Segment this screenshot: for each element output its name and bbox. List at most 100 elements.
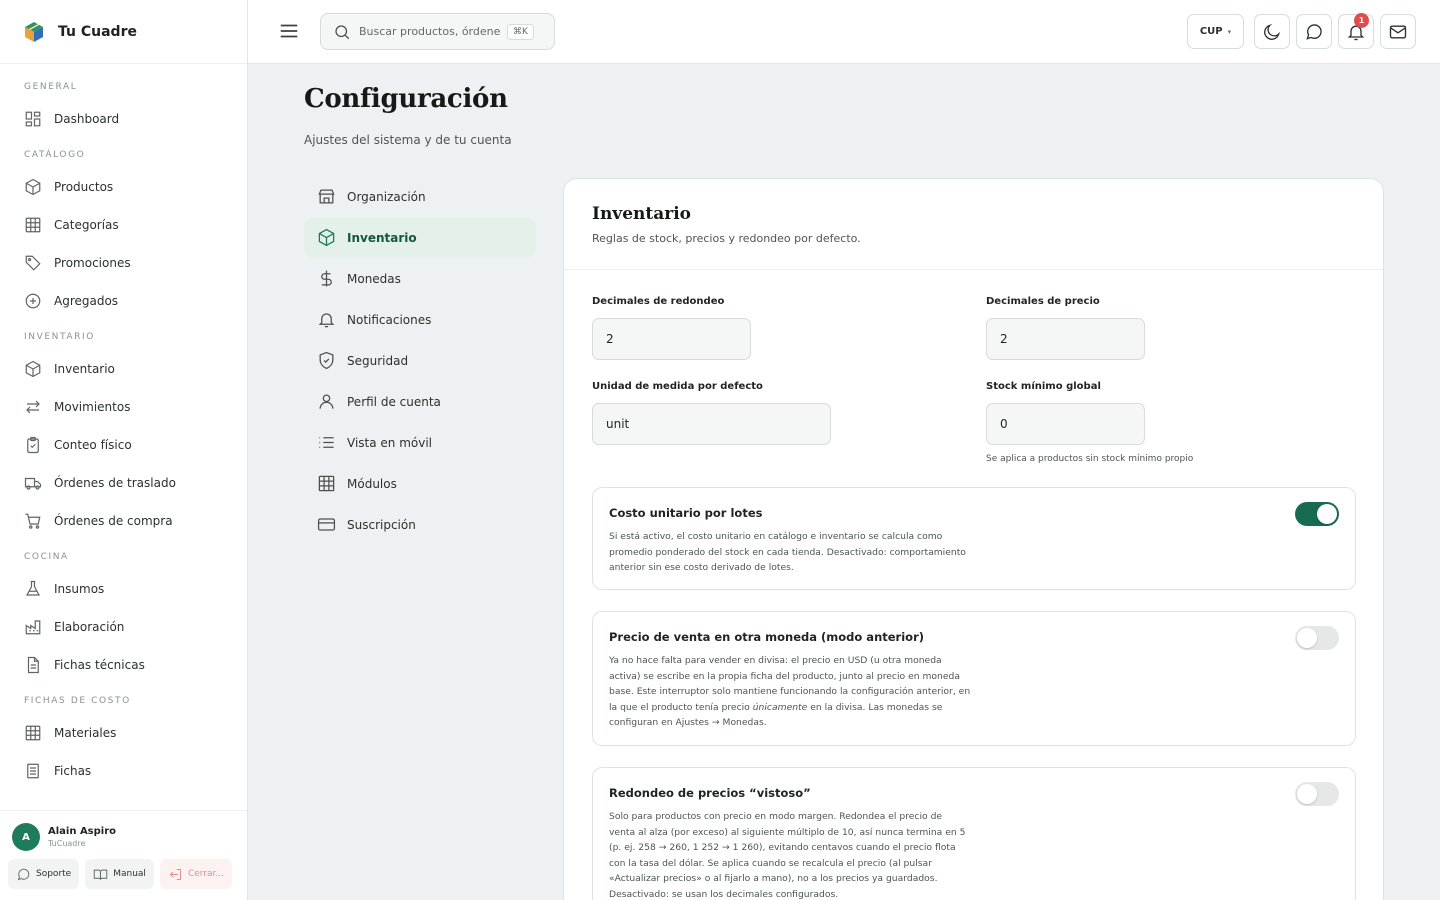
logout-icon [169,868,181,880]
user-profile[interactable]: A Alain Aspiro TuCuadre [0,811,247,851]
option-fancy-rounding: Redondeo de precios “vistoso” Solo para … [592,767,1356,900]
settings-tab-vista-movil[interactable]: Vista en móvil [304,423,536,462]
box-icon [25,360,41,378]
sidebar-item-label: Dashboard [54,112,120,126]
foreign-currency-price-toggle[interactable] [1295,626,1339,650]
page-subtitle: Ajustes del sistema y de tu cuenta [304,133,512,147]
sidebar-item-ordenes-traslado[interactable]: Órdenes de traslado [0,464,247,502]
sidebar-nav: GENERAL Dashboard CATÁLOGO Productos Cat… [0,64,247,790]
sidebar-item-label: Órdenes de compra [54,514,173,528]
sidebar-item-fichas[interactable]: Fichas [0,752,247,790]
logo-icon [25,21,43,42]
sidebar-item-label: Fichas técnicas [54,658,145,672]
mail-button[interactable] [1380,14,1416,49]
nav-section-cocina: COCINA [24,552,69,562]
settings-tab-suscripcion[interactable]: Suscripción [304,505,536,544]
option-lot-unit-cost: Costo unitario por lotes Si está activo,… [592,487,1356,590]
sidebar-item-agregados[interactable]: Agregados [0,282,247,320]
settings-tab-label: Perfil de cuenta [347,394,441,409]
user-org: TuCuadre [48,839,86,848]
sidebar-item-label: Órdenes de traslado [54,476,176,490]
nav-section-inventario: INVENTARIO [24,332,95,342]
sidebar-item-label: Productos [54,180,114,194]
sidebar-item-materiales[interactable]: Materiales [0,714,247,752]
settings-tab-label: Módulos [347,476,397,491]
mail-icon [1389,25,1407,38]
sidebar-item-insumos[interactable]: Insumos [0,570,247,608]
panel-header: Inventario Reglas de stock, precios y re… [564,179,1383,270]
currency-selector[interactable]: CUP ▾ [1187,14,1244,49]
sidebar-item-dashboard[interactable]: Dashboard [0,100,247,138]
option-title: Redondeo de precios “vistoso” [609,786,811,800]
app-name: Tu Cuadre [58,23,137,40]
logout-label: Cerrar... [187,869,224,879]
clipboard-icon [27,436,39,454]
brand[interactable]: Tu Cuadre [0,0,247,64]
settings-tab-label: Inventario [347,230,417,245]
plus-circle-icon [25,293,41,309]
settings-tab-modulos[interactable]: Módulos [304,464,536,503]
sidebar-item-categorias[interactable]: Categorías [0,206,247,244]
fancy-rounding-toggle[interactable] [1295,782,1339,806]
sidebar-item-label: Inventario [54,362,115,376]
currency-value: CUP [1199,26,1223,37]
settings-tab-label: Organización [347,189,426,204]
option-description: Si está activo, el costo unitario en cat… [609,531,966,573]
price-decimals-input[interactable] [986,318,1145,360]
min-stock-hint: Se aplica a productos sin stock mínimo p… [986,454,1194,464]
sidebar-item-label: Materiales [54,726,117,740]
sidebar-footer: A Alain Aspiro TuCuadre Soporte Manual C… [0,810,247,900]
dashboard-icon [25,111,41,127]
settings-tab-monedas[interactable]: Monedas [304,259,536,298]
sidebar-item-ordenes-compra[interactable]: Órdenes de compra [0,502,247,540]
settings-tab-label: Notificaciones [347,312,432,327]
default-unit-input[interactable] [592,403,831,445]
settings-tab-seguridad[interactable]: Seguridad [304,341,536,380]
settings-tab-organizacion[interactable]: Organización [304,177,536,216]
sidebar-item-inventario[interactable]: Inventario [0,350,247,388]
support-label: Soporte [36,869,72,879]
sidebar-item-promociones[interactable]: Promociones [0,244,247,282]
manual-button[interactable]: Manual [85,859,154,889]
flask-icon [25,580,41,596]
chat-icon [17,868,30,880]
sidebar-item-label: Promociones [54,256,131,270]
moon-icon [1264,23,1281,40]
settings-tab-label: Vista en móvil [347,435,433,450]
sidebar-item-label: Agregados [54,294,119,308]
tag-icon [25,255,41,271]
notifications-button[interactable]: 1 [1338,13,1374,49]
search-box[interactable]: ⌘K [320,13,555,50]
support-button[interactable]: Soporte [8,859,80,889]
search-input[interactable] [359,25,501,38]
option-title: Precio de venta en otra moneda (modo ant… [609,630,924,644]
rounding-decimals-label: Decimales de redondeo [592,296,725,307]
settings-tab-notificaciones[interactable]: Notificaciones [304,300,536,339]
settings-tab-inventario[interactable]: Inventario [304,218,536,257]
box-icon [318,228,335,247]
menu-toggle-button[interactable] [278,20,302,44]
min-stock-label: Stock mínimo global [986,381,1101,392]
arrows-icon [26,400,40,414]
sidebar-item-fichas-tecnicas[interactable]: Fichas técnicas [0,646,247,684]
min-stock-input[interactable] [986,403,1145,445]
messages-button[interactable] [1296,14,1332,49]
file-icon [27,763,39,779]
rounding-decimals-input[interactable] [592,318,751,360]
factory-icon [25,620,41,635]
lot-unit-cost-toggle[interactable] [1295,502,1339,526]
sidebar-item-conteo-fisico[interactable]: Conteo físico [0,426,247,464]
panel-title: Inventario [592,204,691,224]
sidebar-item-elaboracion[interactable]: Elaboración [0,608,247,646]
sidebar-item-label: Elaboración [54,620,125,634]
sidebar-item-movimientos[interactable]: Movimientos [0,388,247,426]
option-foreign-currency-price: Precio de venta en otra moneda (modo ant… [592,611,1356,746]
dollar-icon [321,270,332,287]
shield-icon [319,351,334,370]
theme-toggle-button[interactable] [1254,14,1290,49]
logout-button[interactable]: Cerrar... [159,859,232,889]
sidebar-item-productos[interactable]: Productos [0,168,247,206]
bell-icon [318,313,335,328]
settings-tab-perfil[interactable]: Perfil de cuenta [304,382,536,421]
option-description: Solo para productos con precio en modo m… [609,811,966,900]
